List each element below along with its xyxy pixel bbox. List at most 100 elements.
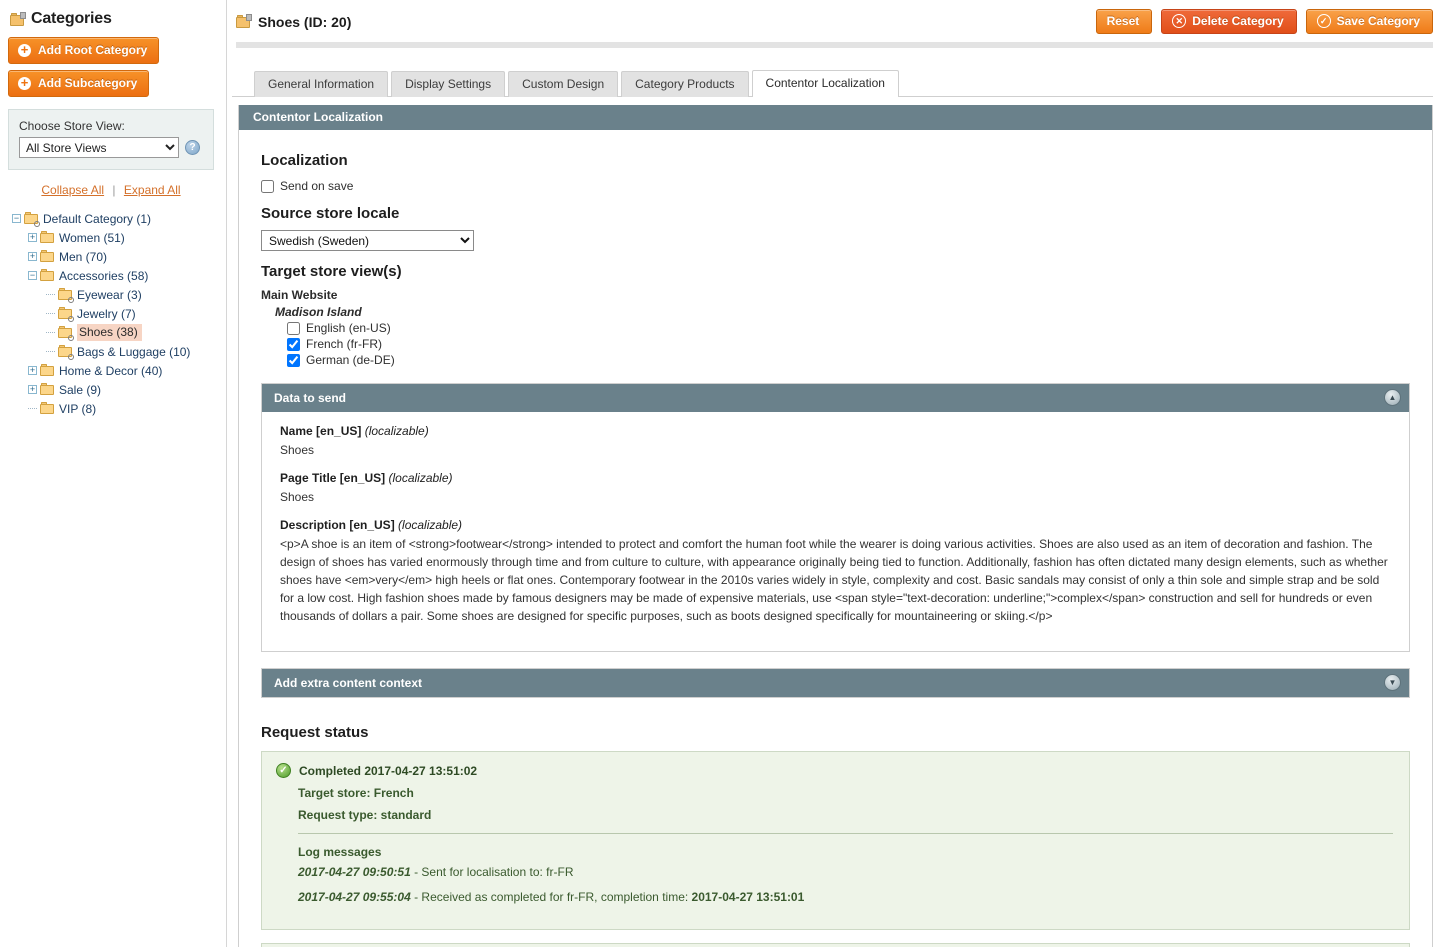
store-group-label: Madison Island <box>275 305 362 319</box>
tree-line <box>46 332 55 333</box>
tree-line <box>28 408 37 409</box>
extra-content-context-panel: Add extra content context ▼ <box>261 668 1410 698</box>
data-field-flag: (localizable) <box>364 424 429 438</box>
content-panel: Contentor Localization Localization Send… <box>238 105 1433 947</box>
store-view-checkbox-list: English (en-US) French (fr-FR) German (de-… <box>261 321 1410 367</box>
send-on-save-row: Send on save <box>261 179 1410 193</box>
category-tree-item[interactable]: + Home & Decor (40) <box>12 361 214 380</box>
tree-line <box>46 313 55 314</box>
categories-sidebar: Categories + Add Root Category + Add Sub… <box>0 0 227 947</box>
data-field-flag: (localizable) <box>398 518 463 532</box>
folder-icon <box>40 364 55 377</box>
category-tree-item[interactable]: − Default Category (1) <box>12 209 214 228</box>
category-tree-item[interactable]: Bags & Luggage (10) <box>12 342 214 361</box>
folder-icon <box>40 383 55 396</box>
tab-custom-design[interactable]: Custom Design <box>508 71 619 97</box>
expand-icon[interactable]: + <box>28 385 37 394</box>
category-tree-item[interactable]: + Men (70) <box>12 247 214 266</box>
add-root-category-label: Add Root Category <box>38 43 148 57</box>
help-icon[interactable]: ? <box>185 140 200 155</box>
data-to-send-header[interactable]: Data to send ▲ <box>262 384 1409 412</box>
store-view-checkbox-label[interactable]: French (fr-FR) <box>306 337 382 351</box>
data-field-flag: (localizable) <box>388 471 453 485</box>
add-subcategory-button[interactable]: + Add Subcategory <box>8 70 150 97</box>
category-tree-item-label: Accessories (58) <box>59 268 149 283</box>
header-buttons: Reset ✕ Delete Category ✓ Save Category <box>1095 9 1433 34</box>
store-view-checkbox[interactable] <box>287 353 300 367</box>
chevron-down-icon[interactable]: ▼ <box>1384 674 1401 691</box>
add-root-category-button[interactable]: + Add Root Category <box>8 37 160 64</box>
category-folder-icon <box>236 14 252 28</box>
category-tree-item-label: Home & Decor (40) <box>59 363 163 378</box>
store-view-select[interactable]: All Store Views <box>19 137 179 158</box>
reset-label: Reset <box>1106 14 1140 28</box>
data-field-value: Shoes <box>280 490 315 504</box>
tree-controls: Collapse All | Expand All <box>8 183 214 197</box>
status-text: Completed 2017-04-27 13:51:02 <box>299 763 478 778</box>
data-to-send-fields: Name [en_US] (localizable) Shoes Page Titl… <box>262 412 1409 651</box>
store-view-label: Choose Store View: <box>19 119 125 133</box>
content-panel-title: Contentor Localization <box>253 110 383 124</box>
category-tree-item[interactable]: Eyewear (3) <box>12 285 214 304</box>
expand-icon[interactable]: + <box>28 233 37 242</box>
send-on-save-checkbox[interactable] <box>261 179 274 193</box>
store-view-option-row: English (en-US) <box>287 321 1410 335</box>
tab-category-products[interactable]: Category Products <box>621 71 749 97</box>
tab-display-settings[interactable]: Display Settings <box>391 71 506 97</box>
log-message: 2017-04-27 09:50:51 - Sent for localisat… <box>298 865 574 879</box>
category-tree-item[interactable]: − Accessories (58) <box>12 266 214 285</box>
tab-general-information[interactable]: General Information <box>254 71 389 97</box>
category-tree-item-label: Eyewear (3) <box>77 287 142 302</box>
page-header: Shoes (ID: 20) Reset ✕ Delete Category ✓… <box>232 0 1441 34</box>
extra-content-context-header[interactable]: Add extra content context ▼ <box>262 669 1409 697</box>
category-tree-item[interactable]: Jewelry (7) <box>12 304 214 323</box>
tab-contentor-localization[interactable]: Contentor Localization <box>751 70 899 98</box>
request-status-list: ✓ Completed 2017-04-27 13:51:02 Target sto… <box>261 751 1410 947</box>
request-status-heading: Request status <box>261 724 369 741</box>
plus-icon: + <box>18 76 31 90</box>
save-category-button[interactable]: ✓ Save Category <box>1305 9 1433 34</box>
data-field: Page Title [en_US] (localizable) Shoes <box>280 471 1391 506</box>
category-tree-item[interactable]: Shoes (38) <box>12 323 214 342</box>
store-view-checkbox[interactable] <box>287 337 300 351</box>
store-view-checkbox[interactable] <box>287 321 300 335</box>
data-field-value: Shoes <box>280 443 315 457</box>
content-panel-header: Contentor Localization <box>239 105 1432 130</box>
plus-icon: + <box>18 43 31 57</box>
category-tree-item[interactable]: VIP (8) <box>12 399 214 418</box>
add-subcategory-label: Add Subcategory <box>38 76 138 90</box>
folder-icon <box>58 326 74 341</box>
store-view-selector: Choose Store View: All Store Views ? <box>8 109 214 170</box>
reset-button[interactable]: Reset <box>1095 9 1153 34</box>
category-tree-item-label: Shoes (38) <box>77 324 142 341</box>
source-locale-select[interactable]: Swedish (Sweden) <box>261 230 474 251</box>
expand-icon[interactable]: + <box>28 366 37 375</box>
category-tree-item-label: VIP (8) <box>59 401 97 416</box>
chevron-up-icon[interactable]: ▲ <box>1384 389 1401 406</box>
status-divider <box>298 833 1393 834</box>
data-field-key: Page Title [en_US] (localizable) <box>280 471 453 485</box>
close-icon: ✕ <box>1172 14 1187 28</box>
category-tree-item-label: Jewelry (7) <box>77 306 136 321</box>
expand-all-link[interactable]: Expand All <box>124 183 181 197</box>
delete-category-button[interactable]: ✕ Delete Category <box>1161 9 1297 34</box>
log-completion-time: 2017-04-27 13:51:01 <box>691 890 805 904</box>
category-tree-item[interactable]: + Sale (9) <box>12 380 214 399</box>
data-field: Name [en_US] (localizable) Shoes <box>280 424 1391 459</box>
collapse-icon[interactable]: − <box>12 214 21 223</box>
tree-line <box>46 294 55 295</box>
categories-folder-icon <box>10 11 26 26</box>
collapse-icon[interactable]: − <box>28 271 37 280</box>
store-view-checkbox-label[interactable]: English (en-US) <box>306 321 391 335</box>
folder-icon <box>58 345 74 360</box>
data-field-key: Description [en_US] (localizable) <box>280 518 463 532</box>
request-status-entry: ✓Completed 2017-04-27 13:51:02Target sto… <box>261 943 1410 947</box>
category-tree-item-label: Sale (9) <box>59 382 102 397</box>
delete-category-label: Delete Category <box>1192 14 1284 28</box>
category-tree-item-label: Default Category (1) <box>43 211 152 226</box>
send-on-save-label[interactable]: Send on save <box>280 179 353 193</box>
collapse-all-link[interactable]: Collapse All <box>41 183 104 197</box>
category-tree-item[interactable]: + Women (51) <box>12 228 214 247</box>
store-view-checkbox-label[interactable]: German (de-DE) <box>306 353 395 367</box>
expand-icon[interactable]: + <box>28 252 37 261</box>
